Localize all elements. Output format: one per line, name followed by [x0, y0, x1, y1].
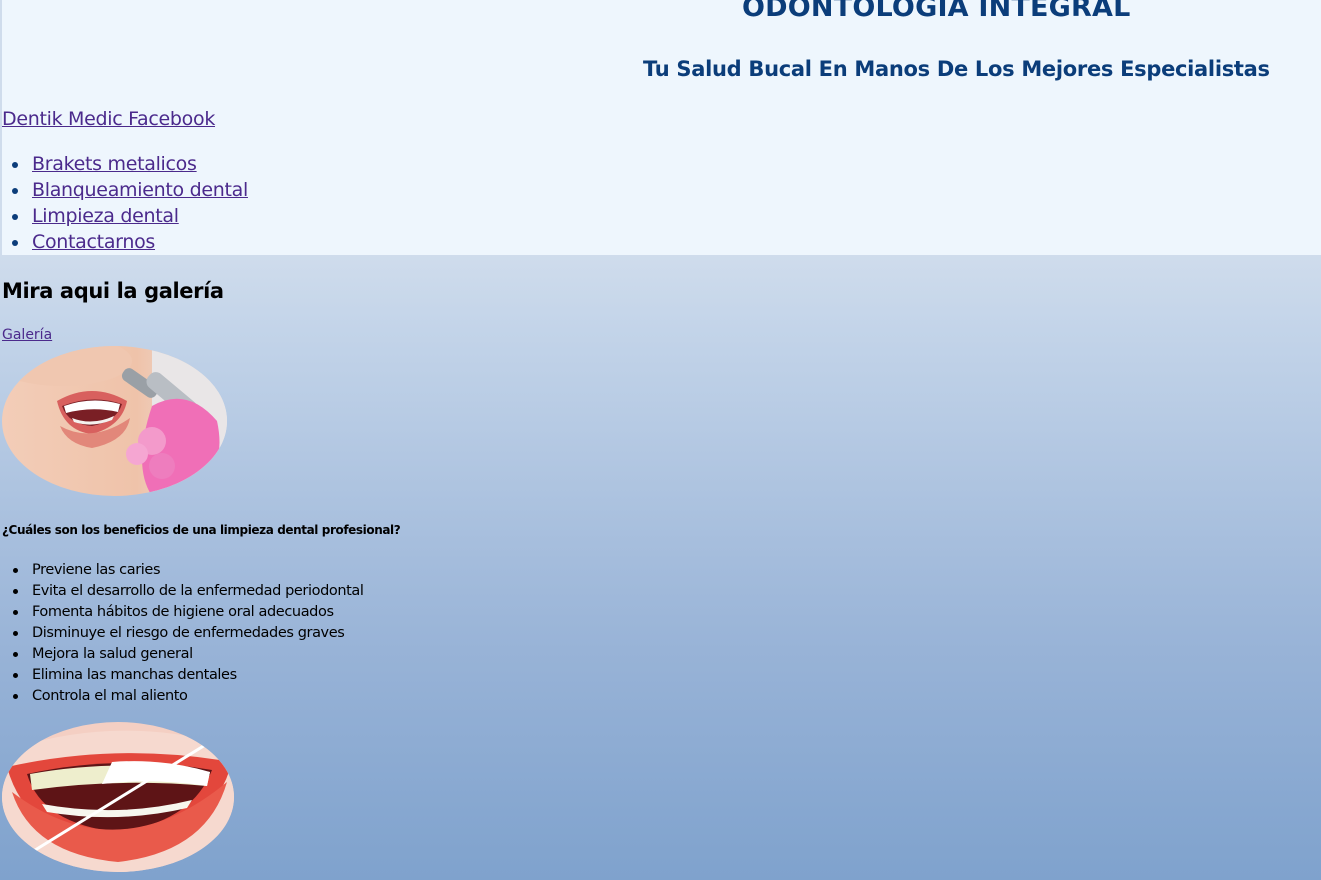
nav-link-brakets[interactable]: Brakets metalicos	[32, 153, 197, 175]
nav-link-blanqueamiento[interactable]: Blanqueamiento dental	[32, 179, 248, 201]
benefits-list: Previene las caries Evita el desarrollo …	[0, 560, 364, 707]
nav-item-limpieza: Limpieza dental	[12, 203, 248, 229]
page-title: ODONTOLOGÍA INTEGRAL	[742, 0, 1131, 23]
list-item: Controla el mal aliento	[13, 686, 364, 707]
list-item: Mejora la salud general	[13, 644, 364, 665]
benefits-heading: ¿Cuáles son los beneficios de una limpie…	[2, 523, 401, 537]
nav-link-contactarnos[interactable]: Contactarnos	[32, 231, 155, 253]
nav-item-brakets: Brakets metalicos	[12, 151, 248, 177]
facebook-link[interactable]: Dentik Medic Facebook	[2, 108, 215, 130]
teeth-whitening-image	[2, 722, 234, 872]
nav-item-contactarnos: Contactarnos	[12, 229, 248, 255]
nav-link-limpieza[interactable]: Limpieza dental	[32, 205, 179, 227]
list-item: Evita el desarrollo de la enfermedad per…	[13, 581, 364, 602]
dental-cleaning-image	[2, 346, 227, 496]
list-item: Disminuye el riesgo de enfermedades grav…	[13, 623, 364, 644]
list-item: Previene las caries	[13, 560, 364, 581]
list-item: Elimina las manchas dentales	[13, 665, 364, 686]
gallery-link[interactable]: Galería	[2, 327, 52, 343]
services-nav: Brakets metalicos Blanqueamiento dental …	[2, 151, 248, 255]
gallery-heading: Mira aqui la galería	[2, 279, 224, 303]
page-subtitle: Tu Salud Bucal En Manos De Los Mejores E…	[643, 57, 1270, 81]
list-item: Fomenta hábitos de higiene oral adecuado…	[13, 602, 364, 623]
nav-item-blanqueamiento: Blanqueamiento dental	[12, 177, 248, 203]
site-header: ODONTOLOGÍA INTEGRAL Tu Salud Bucal En M…	[2, 0, 1321, 255]
